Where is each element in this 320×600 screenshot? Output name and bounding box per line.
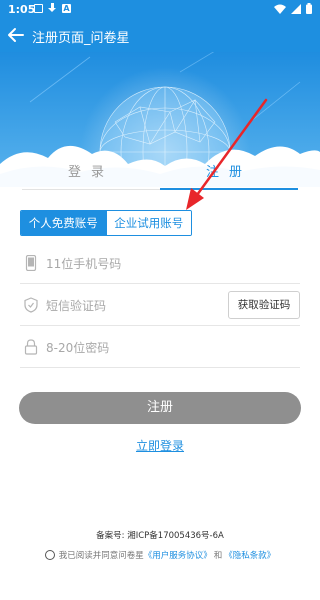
back-arrow-icon[interactable]	[6, 25, 26, 45]
tab-register[interactable]: 注册	[160, 158, 298, 188]
tab-active-indicator	[160, 188, 298, 190]
image-notification-icon	[34, 3, 43, 13]
wifi-icon	[274, 4, 286, 14]
page-title: 注册页面_问卷星	[32, 31, 130, 46]
notification-icons: A	[34, 3, 71, 13]
auth-tabs: 登录 注册	[22, 158, 298, 190]
get-code-button[interactable]: 获取验证码	[228, 291, 300, 319]
phone-icon	[25, 255, 37, 271]
tab-login[interactable]: 登录	[22, 158, 160, 188]
app-bar: 注册页面_问卷星	[0, 20, 320, 52]
sms-code-field[interactable]: 短信验证码 获取验证码	[20, 284, 300, 326]
account-type-toggle: 个人免费账号 企业试用账号	[20, 210, 192, 236]
agree-text: 我已阅读并同意问卷星	[58, 551, 144, 561]
app-notification-icon: A	[62, 3, 71, 13]
enterprise-account-option[interactable]: 企业试用账号	[105, 211, 191, 235]
status-bar: 1:05 A	[0, 0, 320, 20]
privacy-link[interactable]: 《隐私条款》	[224, 549, 275, 561]
battery-icon	[306, 3, 312, 14]
phone-placeholder: 11位手机号码	[46, 257, 122, 271]
status-time: 1:05	[8, 3, 36, 16]
agree-and-text: 和	[213, 551, 223, 561]
password-field[interactable]: 8-20位密码	[20, 326, 300, 368]
register-button[interactable]: 注册	[19, 392, 301, 424]
signal-icon	[291, 3, 301, 14]
system-icons	[274, 3, 312, 14]
lock-icon	[24, 339, 38, 355]
shield-icon	[24, 297, 38, 313]
agree-radio-icon[interactable]	[44, 550, 55, 560]
login-now-link[interactable]: 立即登录	[0, 437, 320, 454]
personal-account-option[interactable]: 个人免费账号	[21, 211, 106, 235]
agreement-row: 我已阅读并同意问卷星 《用户服务协议》 和 《隐私条款》	[0, 549, 320, 561]
sms-code-placeholder: 短信验证码	[46, 299, 107, 313]
phone-field[interactable]: 11位手机号码	[20, 242, 300, 284]
icp-record: 备案号: 湘ICP备17005436号-6A	[96, 531, 224, 541]
password-placeholder: 8-20位密码	[46, 341, 110, 355]
user-agreement-link[interactable]: 《用户服务协议》	[144, 549, 212, 561]
download-icon	[48, 3, 57, 13]
